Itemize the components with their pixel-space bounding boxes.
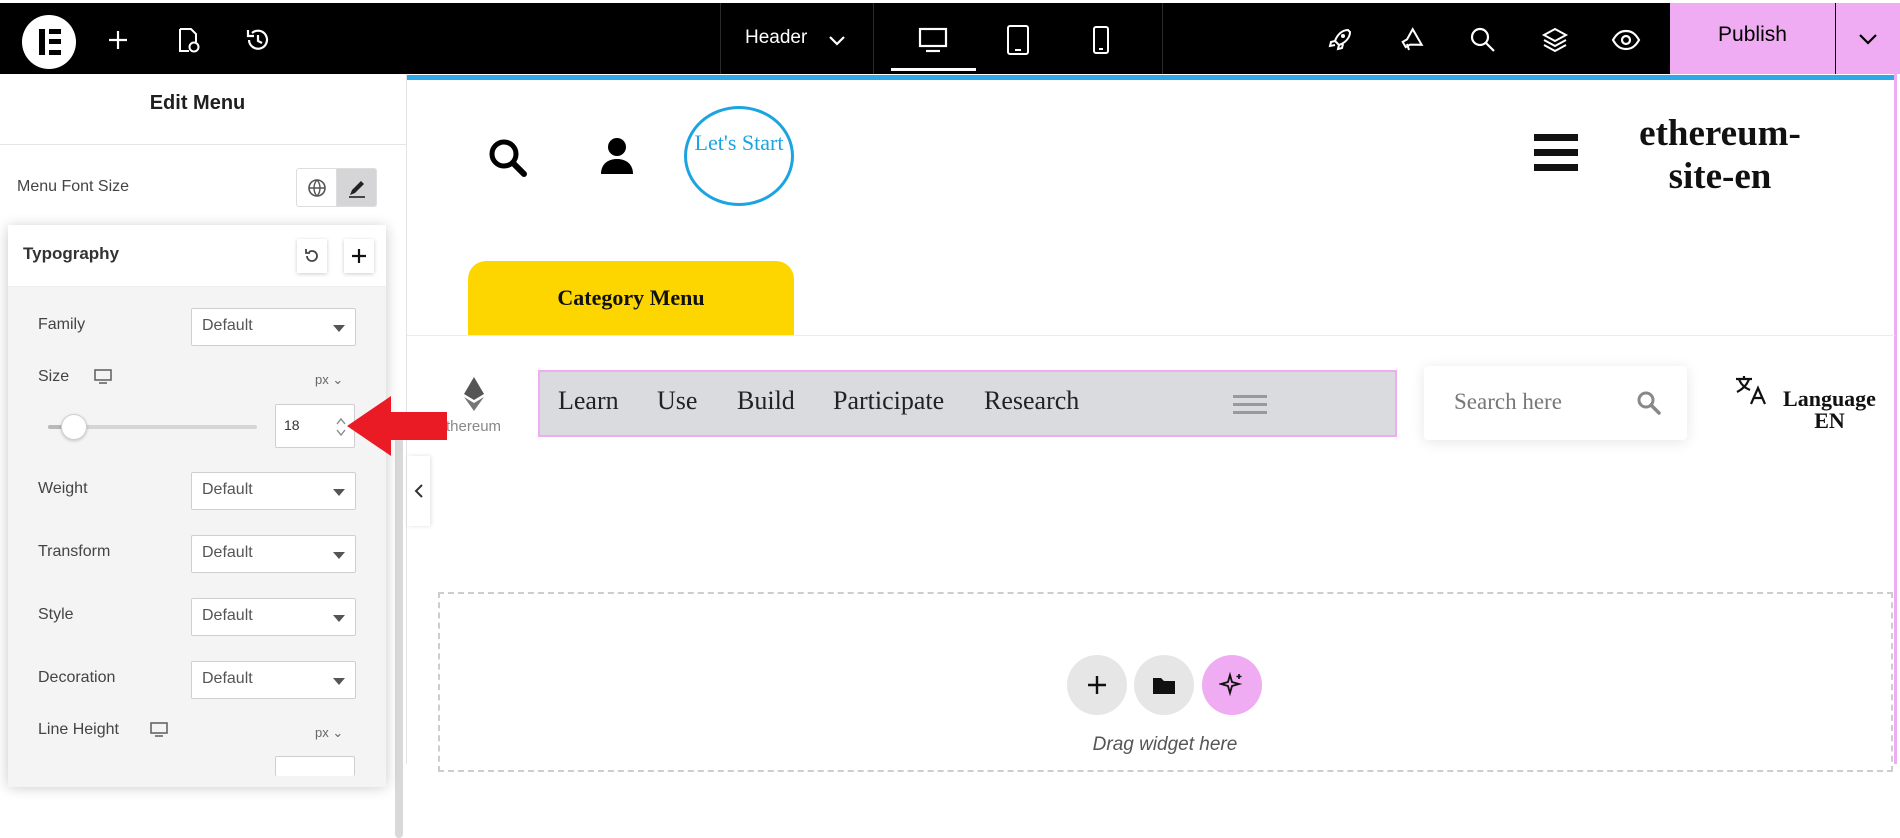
menu-item-research[interactable]: Research (984, 386, 1079, 416)
add-section-icon[interactable] (1067, 655, 1127, 715)
search-widget[interactable]: Search here (1424, 366, 1687, 440)
lets-start-button[interactable]: Let's Start (684, 106, 794, 206)
line-height-label: Line Height (38, 721, 119, 738)
line-height-input[interactable] (275, 756, 355, 776)
search-icon[interactable] (1468, 25, 1498, 55)
size-slider-handle[interactable] (60, 414, 87, 440)
family-label: Family (38, 316, 86, 333)
style-value: Default (202, 607, 253, 624)
decoration-select[interactable]: Default (191, 661, 356, 699)
family-select[interactable]: Default (191, 308, 356, 346)
language-switcher[interactable]: Language EN (1772, 388, 1887, 432)
history-icon[interactable] (243, 25, 273, 55)
transform-label: Transform (38, 543, 111, 560)
popover-title: Typography (23, 244, 120, 263)
decoration-label: Decoration (38, 669, 116, 686)
category-menu-button[interactable]: Category Menu (468, 261, 794, 335)
publish-button[interactable]: Publish (1670, 3, 1835, 74)
add-icon[interactable] (344, 239, 374, 273)
menu-item-use[interactable]: Use (657, 386, 697, 416)
eye-icon[interactable] (1611, 25, 1641, 55)
separator (720, 3, 721, 74)
menu-item-participate[interactable]: Participate (833, 386, 944, 416)
popover-header: Typography (8, 225, 386, 287)
edit-pencil-icon[interactable] (336, 168, 377, 207)
size-input[interactable]: 18 (275, 404, 355, 448)
style-select[interactable]: Default (191, 598, 356, 636)
panel-title: Edit Menu (149, 92, 246, 114)
document-title[interactable]: Header (745, 27, 807, 49)
reset-icon[interactable] (297, 239, 327, 273)
menu-font-size-label: Menu Font Size (17, 178, 130, 195)
search-placeholder: Search here (1454, 389, 1562, 414)
weight-label: Weight (38, 480, 88, 497)
active-device-indicator (891, 68, 976, 71)
desktop-icon[interactable] (150, 722, 168, 742)
drag-handle-icon[interactable] (1233, 394, 1267, 416)
search-icon[interactable] (488, 138, 528, 182)
ai-sparkle-icon[interactable] (1202, 655, 1262, 715)
header-section-indicator (407, 75, 1895, 80)
editor-topbar: Header Publish (0, 3, 1900, 74)
decoration-value: Default (202, 670, 253, 687)
transform-select[interactable]: Default (191, 535, 356, 573)
ethereum-logo-icon[interactable] (463, 376, 485, 416)
size-unit-select[interactable]: px ⌄ (315, 372, 343, 388)
template-library-folder-icon[interactable] (1134, 655, 1194, 715)
size-value: 18 (284, 417, 300, 433)
section-divider (407, 335, 1895, 336)
logo-text: thereum (446, 418, 502, 435)
weight-select[interactable]: Default (191, 472, 356, 510)
chevron-down-icon[interactable] (822, 25, 852, 55)
separator (1162, 3, 1163, 74)
globe-icon[interactable] (296, 168, 337, 207)
weight-value: Default (202, 481, 253, 498)
publish-options-chevron-icon[interactable] (1836, 3, 1900, 74)
size-label: Size (38, 368, 70, 385)
rocket-icon[interactable] (1325, 25, 1355, 55)
add-icon[interactable] (103, 25, 133, 55)
nav-menu: Learn Use Build Participate Research (538, 370, 1397, 437)
collapse-panel-icon[interactable] (407, 456, 430, 526)
family-value: Default (202, 317, 253, 334)
page-settings-icon[interactable] (173, 25, 203, 55)
drag-widget-hint: Drag widget here (1092, 734, 1238, 755)
megaphone-icon[interactable] (1397, 25, 1427, 55)
layers-icon[interactable] (1540, 25, 1570, 55)
tablet-icon[interactable] (1003, 25, 1033, 55)
line-height-unit-select[interactable]: px ⌄ (315, 725, 343, 741)
divider (0, 144, 407, 145)
selection-border (1894, 74, 1897, 764)
mobile-icon[interactable] (1086, 25, 1116, 55)
style-label: Style (38, 606, 74, 623)
panel-scrollbar[interactable] (395, 414, 403, 838)
user-icon[interactable] (599, 136, 635, 180)
transform-value: Default (202, 544, 253, 561)
annotation-arrow-icon (347, 396, 447, 456)
separator (873, 3, 874, 74)
hamburger-menu-icon[interactable] (1534, 132, 1578, 178)
elementor-logo-icon[interactable] (22, 15, 76, 69)
site-title[interactable]: ethereum- site-en (1600, 112, 1840, 198)
menu-item-learn[interactable]: Learn (558, 386, 619, 416)
desktop-icon[interactable] (918, 25, 948, 55)
search-icon[interactable] (1637, 391, 1661, 415)
desktop-icon[interactable] (94, 369, 112, 389)
translate-icon[interactable] (1734, 374, 1768, 410)
menu-item-build[interactable]: Build (737, 386, 795, 416)
